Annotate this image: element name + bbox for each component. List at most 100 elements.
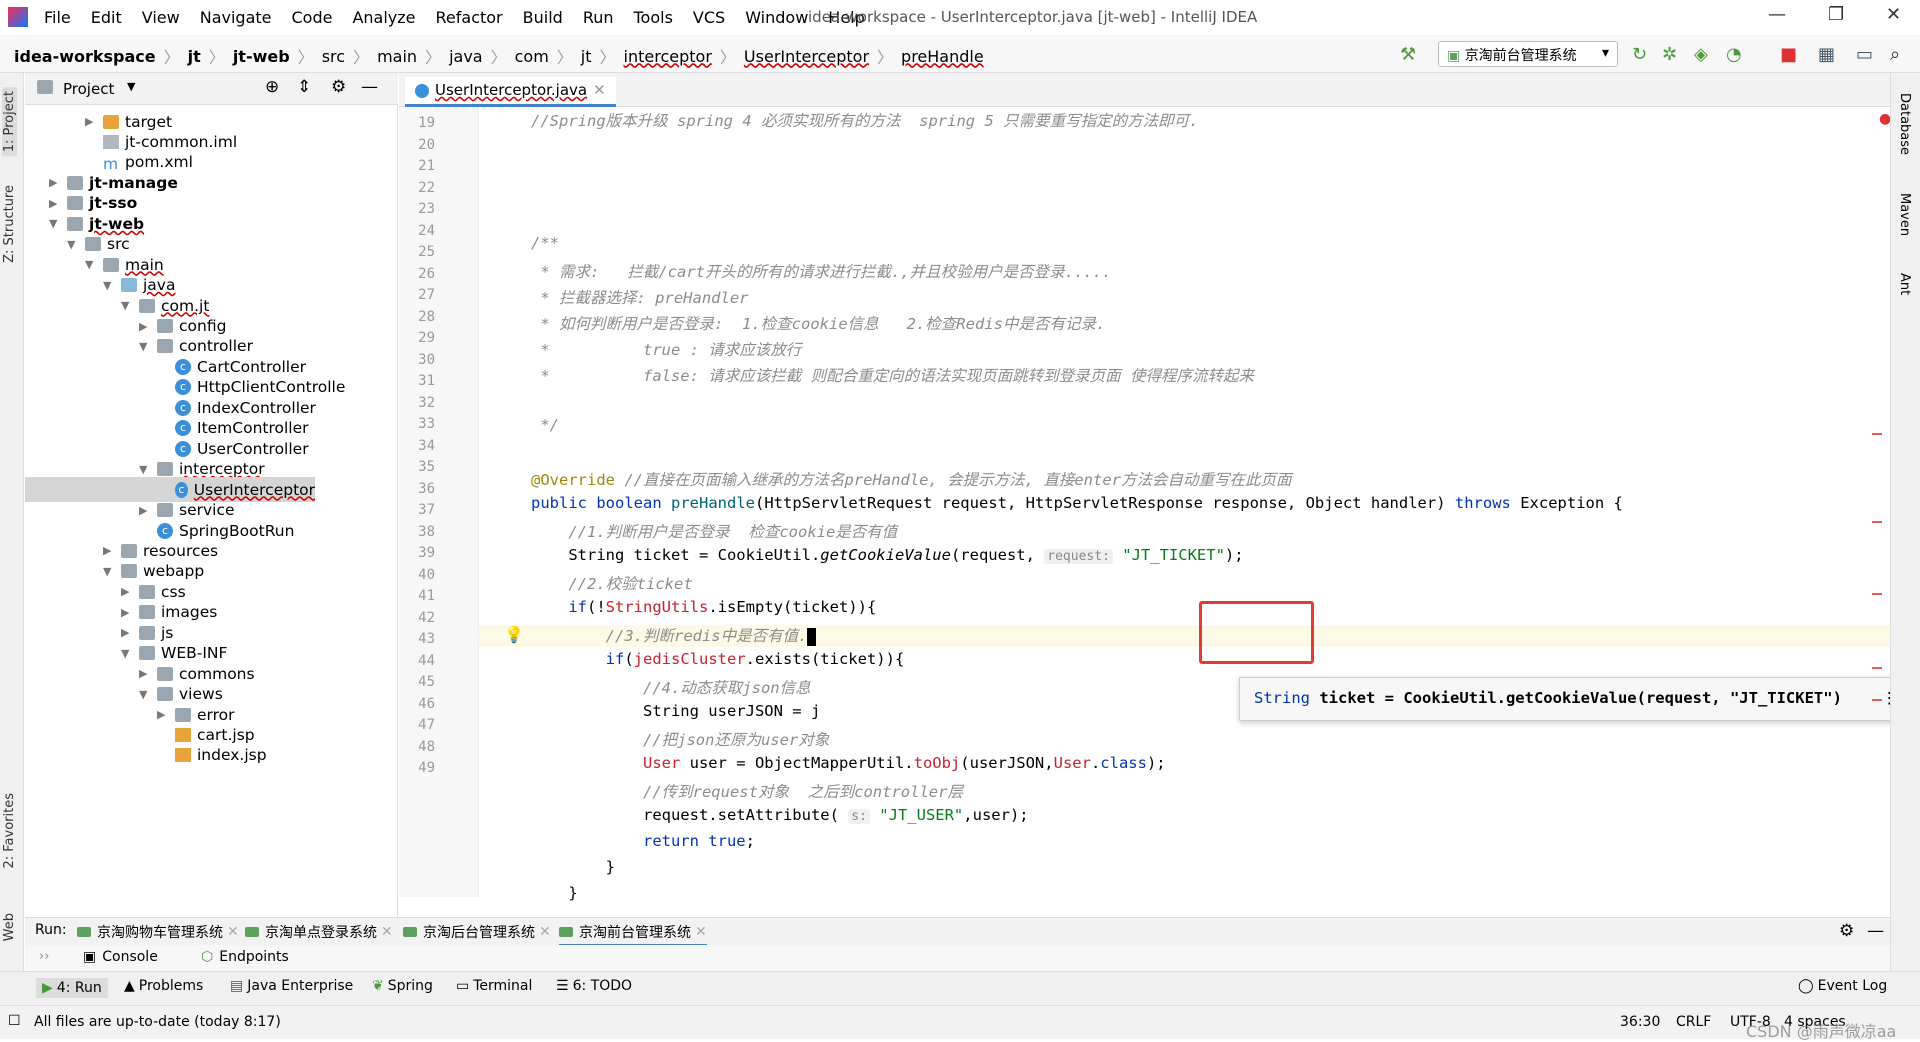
editor-tab[interactable]: UserInterceptor.java ✕ xyxy=(405,77,616,107)
line-separator[interactable]: CRLF xyxy=(1676,1014,1711,1030)
chevron-right-icon[interactable]: ▶ xyxy=(85,115,93,128)
chevron-down-icon[interactable]: ▼ xyxy=(67,238,75,251)
chevron-right-icon[interactable]: ▶ xyxy=(49,176,57,189)
rerun-icon[interactable]: ↻ xyxy=(1632,44,1647,65)
menu-item-edit[interactable]: Edit xyxy=(81,8,132,27)
menu-item-view[interactable]: View xyxy=(132,8,190,27)
tree-item[interactable]: index.jsp xyxy=(175,743,267,768)
expand-icon[interactable]: ›› xyxy=(39,949,49,964)
project-view-select[interactable]: Project xyxy=(63,80,114,98)
breadcrumb-item[interactable]: src xyxy=(322,47,345,66)
editor-tab-bar: UserInterceptor.java ✕ xyxy=(399,73,1890,107)
close-tab-icon[interactable]: ✕ xyxy=(539,924,551,940)
lightbulb-icon[interactable]: 💡 xyxy=(504,625,524,644)
tool-terminal[interactable]: ▭ Terminal xyxy=(456,978,532,994)
menu-item-refactor[interactable]: Refactor xyxy=(426,8,513,27)
menu-item-build[interactable]: Build xyxy=(513,8,573,27)
close-tab-icon[interactable]: ✕ xyxy=(381,924,393,940)
locate-icon[interactable]: ⊕ xyxy=(265,77,279,97)
console-tab[interactable]: ▣ Console xyxy=(83,949,158,965)
menu-item-run[interactable]: Run xyxy=(573,8,624,27)
menu-item-window[interactable]: Window xyxy=(735,8,818,27)
chevron-right-icon[interactable]: ▶ xyxy=(103,544,111,557)
breadcrumb-item[interactable]: jt xyxy=(581,47,592,66)
tool-run[interactable]: ▶ 4: Run xyxy=(36,978,108,998)
debug-icon[interactable]: ✲ xyxy=(1662,44,1677,65)
chevron-down-icon[interactable]: ▼ xyxy=(85,258,93,271)
endpoints-tab[interactable]: ⬡ Endpoints xyxy=(201,949,289,965)
tool-ant[interactable]: Ant xyxy=(1897,273,1912,295)
gear-icon[interactable]: ⚙ xyxy=(331,77,346,97)
menu-item-analyze[interactable]: Analyze xyxy=(342,8,425,27)
chevron-right-icon[interactable]: ▶ xyxy=(157,708,165,721)
breadcrumb-item[interactable]: idea-workspace xyxy=(14,47,156,66)
run-tab[interactable]: 京淘单点登录系统 ✕ xyxy=(245,922,393,942)
run-tab[interactable]: 京淘购物车管理系统 ✕ xyxy=(77,922,239,942)
tool-project[interactable]: 1: Project xyxy=(2,87,17,157)
chevron-right-icon[interactable]: ▶ xyxy=(49,197,57,210)
breadcrumb-item[interactable]: java xyxy=(449,47,483,66)
run-configuration-select[interactable]: ▣ 京淘前台管理系统 ▾ xyxy=(1438,41,1618,67)
tool-structure[interactable]: Z: Structure xyxy=(2,185,17,263)
breadcrumb-item[interactable]: com xyxy=(515,47,549,66)
close-tab-icon[interactable]: ✕ xyxy=(593,81,606,99)
menu-item-vcs[interactable]: VCS xyxy=(683,8,735,27)
breadcrumb-item[interactable]: jt xyxy=(188,47,201,66)
tool-favorites[interactable]: 2: Favorites xyxy=(2,793,17,869)
breadcrumb-item[interactable]: preHandle xyxy=(901,47,984,66)
build-icon[interactable]: ⚒ xyxy=(1400,44,1416,65)
quick-info-popup[interactable]: String ticket = CookieUtil.getCookieValu… xyxy=(1239,677,1912,721)
gear-icon[interactable]: ⚙ xyxy=(1839,921,1854,941)
tree-item-label: com.jt xyxy=(161,296,210,315)
run-tab[interactable]: 京淘前台管理系统 ✕ xyxy=(559,922,707,947)
chevron-down-icon[interactable]: ▼ xyxy=(139,688,147,701)
hide-icon[interactable]: — xyxy=(1867,921,1884,941)
chevron-right-icon[interactable]: ▶ xyxy=(139,320,147,333)
profile-icon[interactable]: ◔ xyxy=(1726,44,1742,65)
close-tab-icon[interactable]: ✕ xyxy=(227,924,239,940)
tool-event-log[interactable]: ◯ Event Log xyxy=(1798,978,1887,994)
chevron-down-icon[interactable]: ▼ xyxy=(121,299,129,312)
chevron-right-icon[interactable]: ▶ xyxy=(139,504,147,517)
menu-item-tools[interactable]: Tools xyxy=(624,8,683,27)
layout-icon[interactable]: ▭ xyxy=(1856,44,1873,65)
chevron-right-icon[interactable]: ▶ xyxy=(121,606,129,619)
menu-item-navigate[interactable]: Navigate xyxy=(190,8,282,27)
breadcrumb-item[interactable]: jt-web xyxy=(233,47,290,66)
chevron-right-icon[interactable]: ▶ xyxy=(121,585,129,598)
hide-icon[interactable]: — xyxy=(361,77,378,97)
caret-position[interactable]: 36:30 xyxy=(1620,1014,1660,1030)
chevron-down-icon[interactable]: ▼ xyxy=(139,463,147,476)
tool-database[interactable]: Database xyxy=(1897,93,1912,155)
menu-item-code[interactable]: Code xyxy=(282,8,343,27)
menu-item-file[interactable]: File xyxy=(34,8,81,27)
project-structure-icon[interactable]: ▦ xyxy=(1818,44,1835,65)
close-icon[interactable]: ✕ xyxy=(1886,4,1901,25)
chevron-right-icon[interactable]: ▶ xyxy=(139,667,147,680)
close-tab-icon[interactable]: ✕ xyxy=(695,924,707,940)
maximize-icon[interactable]: ❐ xyxy=(1828,4,1844,25)
chevron-down-icon[interactable]: ▼ xyxy=(121,647,129,660)
minimize-icon[interactable]: — xyxy=(1768,4,1786,25)
breadcrumb-item[interactable]: UserInterceptor xyxy=(744,47,869,66)
run-tab[interactable]: 京淘后台管理系统 ✕ xyxy=(403,922,551,942)
tool-java-enterprise[interactable]: ▤ Java Enterprise xyxy=(230,978,353,994)
tool-todo[interactable]: ☰ 6: TODO xyxy=(556,978,632,994)
chevron-down-icon[interactable]: ▼ xyxy=(103,279,111,292)
breadcrumb-item[interactable]: interceptor xyxy=(624,47,712,66)
chevron-right-icon[interactable]: ▶ xyxy=(121,626,129,639)
search-icon[interactable]: ⌕ xyxy=(1890,44,1900,65)
tool-problems[interactable]: ▲ Problems xyxy=(124,978,203,994)
tool-spring[interactable]: ❦ Spring xyxy=(372,978,433,994)
class-icon: c xyxy=(175,420,191,437)
chevron-down-icon[interactable]: ▼ xyxy=(49,217,57,230)
collapse-all-icon[interactable]: ⇕ xyxy=(297,77,311,97)
stop-icon[interactable]: ■ xyxy=(1780,44,1797,65)
breadcrumb-item[interactable]: main xyxy=(377,47,417,66)
tool-maven[interactable]: Maven xyxy=(1897,193,1912,236)
chevron-down-icon[interactable]: ▼ xyxy=(103,565,111,578)
chevron-down-icon[interactable]: ▼ xyxy=(127,80,135,93)
tool-web[interactable]: Web xyxy=(2,913,17,941)
coverage-icon[interactable]: ◈ xyxy=(1694,44,1708,65)
chevron-down-icon[interactable]: ▼ xyxy=(139,340,147,353)
